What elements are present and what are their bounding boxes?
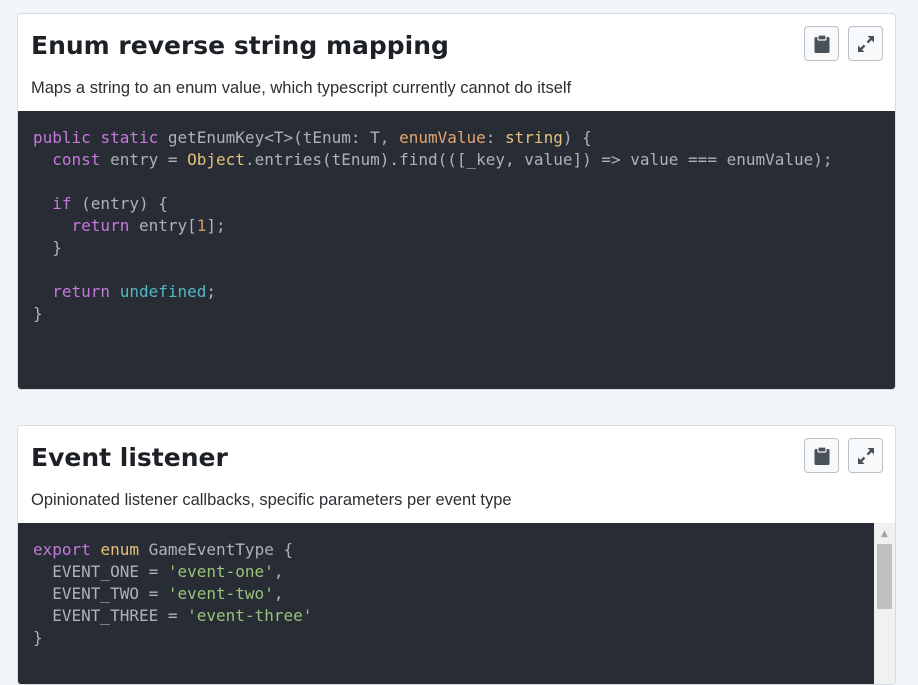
code-token: enum <box>100 540 139 559</box>
snippet-card: Enum reverse string mapping Maps a strin… <box>17 13 896 390</box>
code-token: entry = <box>100 150 188 169</box>
code-token: undefined <box>119 282 207 301</box>
code-token: } <box>33 628 43 647</box>
code-line: } <box>33 627 859 649</box>
code-line: return undefined; <box>33 281 880 303</box>
code-token: enumValue <box>399 128 486 147</box>
code-token: EVENT_ONE = <box>33 562 168 581</box>
code-token: } <box>33 238 62 257</box>
code-token: static <box>100 128 159 147</box>
code-token: 'event-two' <box>167 584 274 603</box>
code-token: const <box>52 150 101 169</box>
clipboard-icon <box>814 445 829 465</box>
code-line: } <box>33 237 880 259</box>
code-line: EVENT_THREE = 'event-three' <box>33 605 859 627</box>
expand-arrows-icon <box>857 447 874 464</box>
code-line: EVENT_TWO = 'event-two', <box>33 583 859 605</box>
copy-button[interactable] <box>804 438 839 473</box>
code-token: ; <box>206 282 217 301</box>
snippet-description: Opinionated listener callbacks, specific… <box>31 491 512 509</box>
code-line: return entry[1]; <box>33 215 880 237</box>
code-token: return <box>52 282 111 301</box>
snippet-card: Event listener Opinionated listener call… <box>17 425 896 685</box>
expand-button[interactable] <box>848 438 883 473</box>
snippet-title: Event listener <box>31 443 228 472</box>
snippet-title: Enum reverse string mapping <box>31 31 449 60</box>
code-token: , <box>273 562 284 581</box>
scroll-up-arrow-icon[interactable]: ▲ <box>874 523 895 544</box>
code-token: , <box>273 584 284 603</box>
code-token: Object <box>187 150 245 169</box>
code-token: 'event-one' <box>167 562 274 581</box>
expand-button[interactable] <box>848 26 883 61</box>
code-token: ]; <box>206 216 226 235</box>
code-token: export <box>33 540 91 559</box>
code-token: getEnumKey<T>(tEnum: T, <box>158 128 400 147</box>
code-line: public static getEnumKey<T>(tEnum: T, en… <box>33 127 880 149</box>
code-token: entry[ <box>129 216 197 235</box>
code-token: return <box>71 216 130 235</box>
code-token: : <box>485 128 506 147</box>
expand-arrows-icon <box>857 35 874 52</box>
code-line: export enum GameEventType { <box>33 539 859 561</box>
code-token: .entries(tEnum).find(([_key, value]) => … <box>244 150 833 169</box>
code-line: const entry = Object.entries(tEnum).find… <box>33 149 880 171</box>
copy-button[interactable] <box>804 26 839 61</box>
code-line: if (entry) { <box>33 193 880 215</box>
code-token: public <box>33 128 91 147</box>
code-token: } <box>33 304 43 323</box>
code-line: } <box>33 303 880 325</box>
code-line: EVENT_ONE = 'event-one', <box>33 561 859 583</box>
code-block[interactable]: public static getEnumKey<T>(tEnum: T, en… <box>18 111 895 389</box>
clipboard-icon <box>814 33 829 53</box>
code-token: EVENT_TWO = <box>33 584 168 603</box>
code-token: ) { <box>562 128 592 147</box>
code-block[interactable]: export enum GameEventType { EVENT_ONE = … <box>18 523 874 684</box>
code-token: 'event-three' <box>187 606 313 625</box>
snippet-description: Maps a string to an enum value, which ty… <box>31 79 572 97</box>
code-token: 1 <box>196 216 207 235</box>
code-token: (entry) { <box>71 194 168 213</box>
code-token: string <box>505 128 563 147</box>
scrollbar-thumb[interactable] <box>877 544 892 609</box>
code-token: if <box>52 194 72 213</box>
code-token: GameEventType { <box>138 540 294 559</box>
vertical-scrollbar[interactable]: ▲ <box>874 523 895 684</box>
code-token: EVENT_THREE = <box>33 606 188 625</box>
